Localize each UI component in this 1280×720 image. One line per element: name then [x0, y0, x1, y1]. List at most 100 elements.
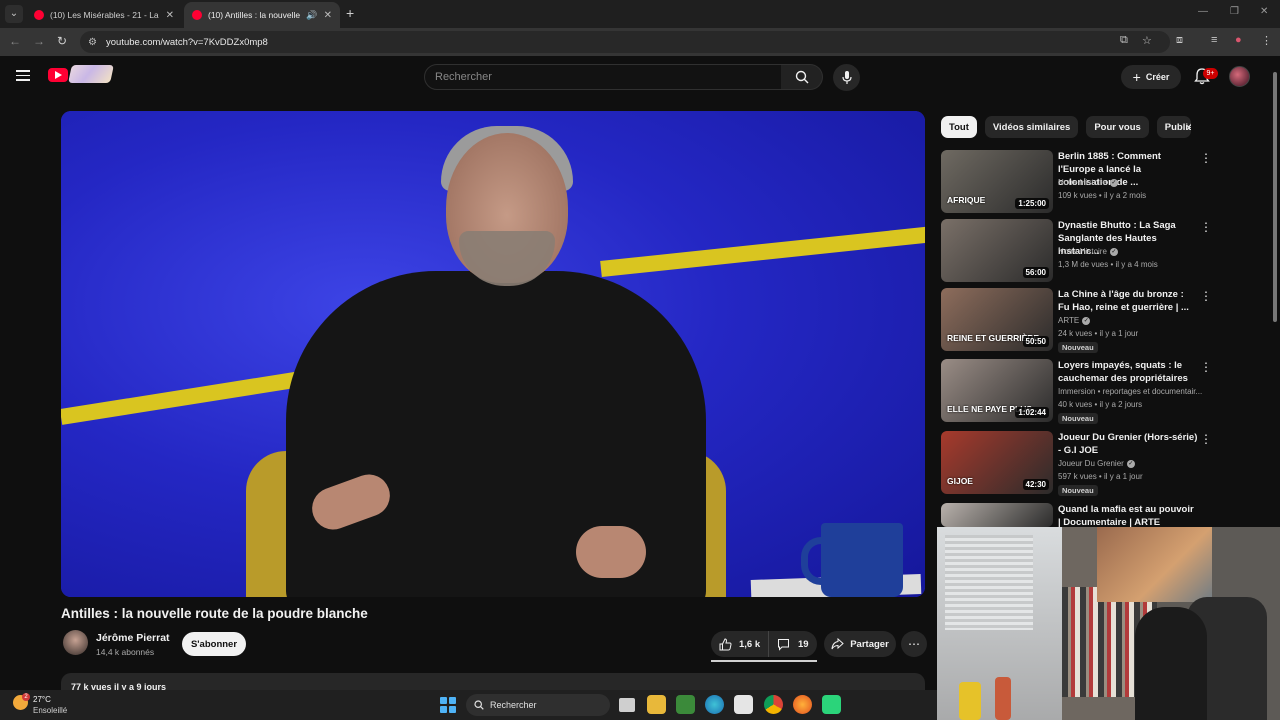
video-thumbnail[interactable]: AFRIQUE 1:25:00 [941, 150, 1053, 213]
avatar[interactable] [1229, 66, 1250, 87]
forward-icon[interactable]: → [33, 34, 45, 48]
chip-similar[interactable]: Vidéos similaires [984, 116, 1079, 138]
channel-name: Immersion • reportages et documentair... [1058, 387, 1203, 396]
verified-check-icon: ✓ [1109, 178, 1118, 187]
recommendation-title[interactable]: Quand la mafia est au pouvoir | Document… [1058, 503, 1198, 529]
channel-name: ARTE [1058, 316, 1080, 325]
recommendation-channel[interactable]: Immersion • reportages et documentair... [1058, 387, 1202, 396]
page-scrollbar[interactable] [1270, 62, 1280, 522]
search-input-wrapper [424, 64, 782, 90]
app-icon[interactable] [822, 695, 841, 714]
more-vertical-icon[interactable]: ⋮ [1200, 433, 1212, 445]
video-player[interactable] [61, 111, 925, 597]
new-tab-button[interactable]: + [346, 5, 354, 21]
subscribe-button[interactable]: S'abonner [182, 632, 246, 656]
store-icon[interactable] [734, 695, 753, 714]
close-tab-icon[interactable]: ✕ [324, 10, 332, 21]
file-explorer-icon[interactable] [647, 695, 666, 714]
video-duration: 1:25:00 [1015, 198, 1049, 209]
site-info-icon[interactable]: ⚙ [88, 37, 104, 48]
video-thumbnail[interactable]: GIJOE 42:30 [941, 431, 1053, 494]
recommendation-channel[interactable]: ARTE ✓ [1058, 316, 1091, 325]
taskbar-search-label: Rechercher [490, 700, 537, 710]
dislike-button[interactable]: 19 [769, 631, 809, 657]
recommendation-title[interactable]: Joueur Du Grenier (Hors-série) - G.I JOE [1058, 431, 1198, 457]
video-thumbnail[interactable] [941, 503, 1053, 527]
channel-name: Notre Histoire [1058, 247, 1107, 256]
youtube-logo-icon[interactable] [48, 68, 68, 82]
bookmark-star-icon[interactable]: ☆ [1142, 34, 1152, 47]
youtube-header: + Créer 9+ [0, 56, 1280, 98]
voice-search-button[interactable] [833, 64, 860, 91]
minimize-icon[interactable]: — [1198, 6, 1208, 17]
new-badge: Nouveau [1058, 485, 1098, 496]
back-icon[interactable]: ← [9, 34, 21, 48]
channel-avatar[interactable] [63, 630, 88, 655]
video-thumbnail[interactable]: REINE ET GUERRIÈRE 50:50 [941, 288, 1053, 351]
video-duration: 1:02:44 [1015, 407, 1049, 418]
recommendation-title[interactable]: Loyers impayés, squats : le cauchemar de… [1058, 359, 1198, 385]
new-badge: Nouveau [1058, 413, 1098, 424]
extensions-icon[interactable]: ⧈ [1176, 34, 1183, 47]
recommendation-card[interactable]: REINE ET GUERRIÈRE 50:50 La Chine à l'âge … [941, 288, 1212, 353]
browser-tab-1[interactable]: (10) Les Misérables - 21 - La Fa ✕ [26, 2, 182, 28]
recommendation-meta: 1,3 M de vues • il y a 4 mois [1058, 260, 1158, 269]
nvidia-icon[interactable] [676, 695, 695, 714]
weather-description[interactable]: Ensoleillé [33, 706, 67, 715]
video-thumbnail[interactable]: 56:00 [941, 219, 1053, 282]
video-duration: 42:30 [1022, 479, 1049, 490]
weather-temperature[interactable]: 27°C [33, 695, 51, 704]
recommendation-card[interactable]: AFRIQUE 1:25:00 Berlin 1885 : Comment l'Eu… [941, 150, 1212, 214]
chip-all[interactable]: Tout [941, 116, 977, 138]
share-label: Partager [850, 638, 889, 650]
browser-menu-icon[interactable]: ⋮ [1261, 34, 1272, 47]
search-input[interactable] [425, 65, 781, 89]
recommendation-card[interactable]: 56:00 Dynastie Bhutto : La Saga Sanglante… [941, 219, 1212, 283]
webcam-blinds [945, 535, 1033, 630]
close-window-icon[interactable]: ✕ [1260, 6, 1268, 17]
create-button[interactable]: + Créer [1121, 65, 1181, 89]
taskbar-search[interactable]: Rechercher [466, 694, 610, 716]
more-vertical-icon[interactable]: ⋮ [1200, 290, 1212, 302]
browser-tab-2[interactable]: (10) Antilles : la nouvelle ro 🔊 ✕ [184, 2, 340, 28]
microphone-icon [841, 70, 852, 84]
address-bar[interactable]: ⚙ youtube.com/watch?v=7KvDDZx0mp8 [80, 31, 1170, 53]
more-vertical-icon[interactable]: ⋮ [1200, 361, 1212, 373]
recommendation-card[interactable]: Quand la mafia est au pouvoir | Document… [941, 503, 1211, 529]
scrollbar-thumb[interactable] [1273, 72, 1277, 322]
video-thumbnail[interactable]: ELLE NE PAYE PLUS 1:02:44 [941, 359, 1053, 422]
reload-icon[interactable]: ↻ [57, 34, 67, 48]
restore-icon[interactable]: ❐ [1230, 6, 1239, 17]
recommendation-channel[interactable]: Notre Histoire ✓ [1058, 247, 1118, 256]
audio-playing-icon[interactable]: 🔊 [306, 10, 317, 21]
recommendation-title[interactable]: La Chine à l'âge du bronze : Fu Hao, rei… [1058, 288, 1198, 314]
chip-for-you[interactable]: Pour vous [1086, 116, 1149, 138]
recommendation-card[interactable]: ELLE NE PAYE PLUS 1:02:44 Loyers impayés, … [941, 359, 1212, 424]
windows-start-icon[interactable] [440, 697, 456, 713]
chrome-icon[interactable] [764, 695, 783, 714]
share-button[interactable]: Partager [824, 631, 896, 657]
recommendation-channel[interactable]: Joueur Du Grenier ✓ [1058, 459, 1135, 468]
like-button[interactable]: 1,6 k [711, 631, 769, 657]
recommendation-card[interactable]: GIJOE 42:30 Joueur Du Grenier (Hors-série)… [941, 431, 1212, 496]
profile-icon[interactable]: ● [1235, 34, 1242, 46]
thumbs-up-icon [719, 637, 732, 650]
chevron-right-icon[interactable]: › [1186, 120, 1190, 134]
youtube-doodle-logo[interactable] [68, 65, 114, 83]
recommendation-channel[interactable]: Notre Histoire ✓ [1058, 178, 1118, 187]
plus-icon: + [1132, 69, 1141, 85]
cast-icon[interactable]: ⧉ [1120, 34, 1128, 47]
task-view-icon[interactable] [619, 698, 635, 712]
more-vertical-icon[interactable]: ⋮ [1200, 221, 1212, 233]
tab-search-button[interactable]: ⌄ [5, 5, 23, 23]
reading-list-icon[interactable]: ≡ [1211, 34, 1217, 46]
more-horizontal-icon: ⋯ [908, 637, 920, 651]
edge-browser-icon[interactable] [705, 695, 724, 714]
search-button[interactable] [781, 64, 823, 90]
menu-icon[interactable] [16, 70, 30, 81]
more-actions-button[interactable]: ⋯ [901, 631, 927, 657]
channel-name[interactable]: Jérôme Pierrat [96, 632, 170, 644]
firefox-icon[interactable] [793, 695, 812, 714]
close-tab-icon[interactable]: ✕ [166, 10, 174, 21]
more-vertical-icon[interactable]: ⋮ [1200, 152, 1212, 164]
